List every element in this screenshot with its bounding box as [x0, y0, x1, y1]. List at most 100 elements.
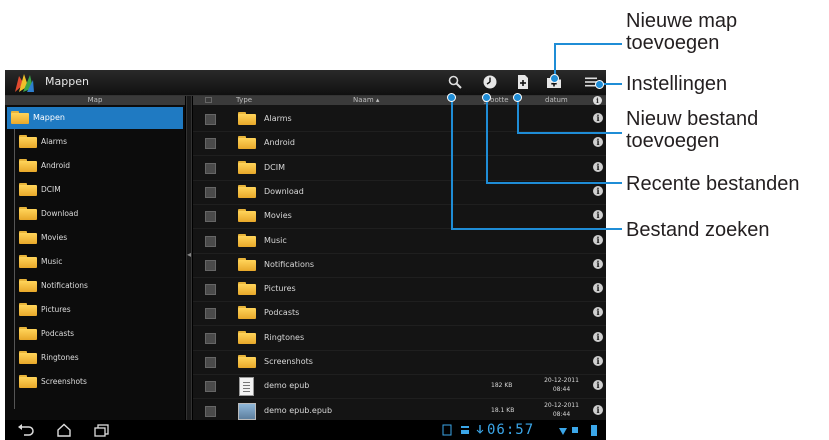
file-size: 182 KB — [491, 382, 513, 390]
callout-line — [554, 43, 556, 76]
clock-icon[interactable] — [482, 74, 498, 90]
file-row[interactable]: Music i — [193, 229, 606, 254]
tree-item[interactable]: Music — [19, 251, 179, 273]
recent-apps-icon[interactable] — [93, 423, 111, 437]
info-icon[interactable]: i — [593, 356, 603, 366]
file-name: Ringtones — [264, 332, 305, 342]
notification-icon — [461, 426, 469, 434]
tree-item[interactable]: Alarms — [19, 131, 179, 153]
file-date-time: 08:44 — [552, 410, 571, 418]
column-date[interactable]: datum — [545, 96, 568, 105]
wifi-icon — [559, 428, 567, 435]
system-bar: 06:57 — [5, 420, 606, 440]
tree-item-label: Android — [41, 161, 70, 170]
file-name: Download — [264, 186, 304, 196]
battery-icon — [591, 425, 597, 436]
callout-dot — [595, 80, 604, 89]
folder-icon — [19, 303, 37, 316]
folder-icon — [238, 355, 256, 368]
tree-item-label: Movies — [41, 233, 68, 242]
tree-item[interactable]: Podcasts — [19, 323, 179, 345]
folder-icon — [238, 184, 256, 198]
info-icon[interactable]: i — [593, 113, 603, 123]
file-row[interactable]: Android i — [193, 131, 606, 157]
file-name: Screenshots — [264, 357, 313, 366]
row-checkbox[interactable] — [205, 259, 216, 271]
tree-connector — [14, 129, 15, 409]
file-row[interactable]: Pictures i — [193, 277, 606, 303]
callout-new-folder-line1: Nieuwe map — [626, 10, 738, 32]
info-icon[interactable]: i — [593, 258, 603, 269]
search-icon[interactable] — [447, 74, 463, 90]
back-icon[interactable] — [17, 423, 35, 437]
row-checkbox[interactable] — [205, 284, 216, 296]
row-checkbox[interactable] — [205, 211, 216, 223]
tree-item[interactable]: Ringtones — [19, 347, 179, 369]
callout-recent-files: Recente bestanden — [626, 173, 800, 195]
info-icon[interactable]: i — [593, 210, 603, 221]
folder-icon — [238, 306, 256, 320]
tree-item[interactable]: Notifications — [19, 275, 179, 297]
row-checkbox[interactable] — [205, 114, 216, 125]
file-name: Alarms — [264, 114, 292, 123]
folder-icon — [19, 327, 37, 340]
callout-dot — [513, 93, 522, 102]
file-row[interactable]: Movies i — [193, 204, 606, 230]
tree-item[interactable]: DCIM — [19, 179, 179, 201]
folder-icon — [19, 231, 37, 244]
info-icon[interactable]: i — [593, 161, 603, 172]
folder-icon — [19, 207, 37, 220]
home-icon[interactable] — [55, 423, 73, 437]
folder-icon — [11, 111, 29, 124]
tree-item[interactable]: Pictures — [19, 299, 179, 321]
row-checkbox[interactable] — [205, 381, 216, 393]
tree-item[interactable]: Movies — [19, 227, 179, 249]
callout-new-file-line1: Nieuw bestand — [626, 108, 759, 130]
row-checkbox[interactable] — [205, 162, 216, 174]
file-row[interactable]: Alarms i — [193, 107, 606, 132]
file-row[interactable]: Podcasts i — [193, 301, 606, 327]
tree-item-mappen[interactable]: Mappen — [7, 107, 183, 129]
app-title: Mappen — [45, 75, 89, 88]
column-header: Type Naam ▴ grootte datum i — [193, 96, 606, 105]
tree-item[interactable]: Android — [19, 155, 179, 177]
tree-item[interactable]: Screenshots — [19, 371, 179, 393]
file-row[interactable]: DCIM i — [193, 156, 606, 181]
file-row[interactable]: demo epub 182 KB 20-12-2011 08:44 i — [193, 374, 606, 400]
folder-icon — [19, 351, 37, 364]
info-icon[interactable]: i — [593, 234, 603, 245]
row-checkbox[interactable] — [205, 138, 216, 150]
collapse-arrow-icon[interactable]: ◂ — [187, 250, 191, 259]
row-checkbox[interactable] — [205, 186, 216, 198]
tree-item-label: DCIM — [41, 185, 61, 194]
tree-item-label: Mappen — [33, 113, 65, 122]
callout-dot — [550, 74, 559, 83]
callout-dot — [447, 93, 456, 102]
new-file-icon[interactable] — [515, 74, 531, 90]
select-all-checkbox[interactable] — [205, 97, 212, 103]
info-icon[interactable]: i — [593, 331, 603, 342]
info-icon[interactable]: i — [593, 404, 603, 415]
tablet-screen: Mappen Map Mappen Alarms Android DCIM Do… — [5, 70, 606, 440]
row-checkbox[interactable] — [205, 308, 216, 320]
info-icon[interactable]: i — [593, 137, 603, 148]
row-checkbox[interactable] — [205, 332, 216, 344]
info-icon[interactable]: i — [593, 283, 603, 294]
info-icon[interactable]: i — [593, 380, 603, 391]
file-date-day: 20-12-2011 — [544, 401, 579, 409]
file-row[interactable]: Ringtones i — [193, 326, 606, 351]
image-file-icon — [238, 402, 256, 420]
file-name: demo epub.epub — [264, 405, 333, 415]
row-checkbox[interactable] — [205, 405, 216, 417]
file-name: Movies — [264, 211, 292, 221]
row-checkbox[interactable] — [205, 235, 216, 247]
file-row[interactable]: Screenshots i — [193, 350, 606, 375]
file-row[interactable]: Notifications i — [193, 253, 606, 278]
row-checkbox[interactable] — [205, 357, 216, 368]
column-type[interactable]: Type — [236, 96, 252, 105]
column-name[interactable]: Naam ▴ — [353, 96, 379, 105]
file-name: Android — [264, 138, 295, 148]
tree-item[interactable]: Download — [19, 203, 179, 225]
info-icon[interactable]: i — [593, 185, 603, 196]
info-icon[interactable]: i — [593, 307, 603, 318]
